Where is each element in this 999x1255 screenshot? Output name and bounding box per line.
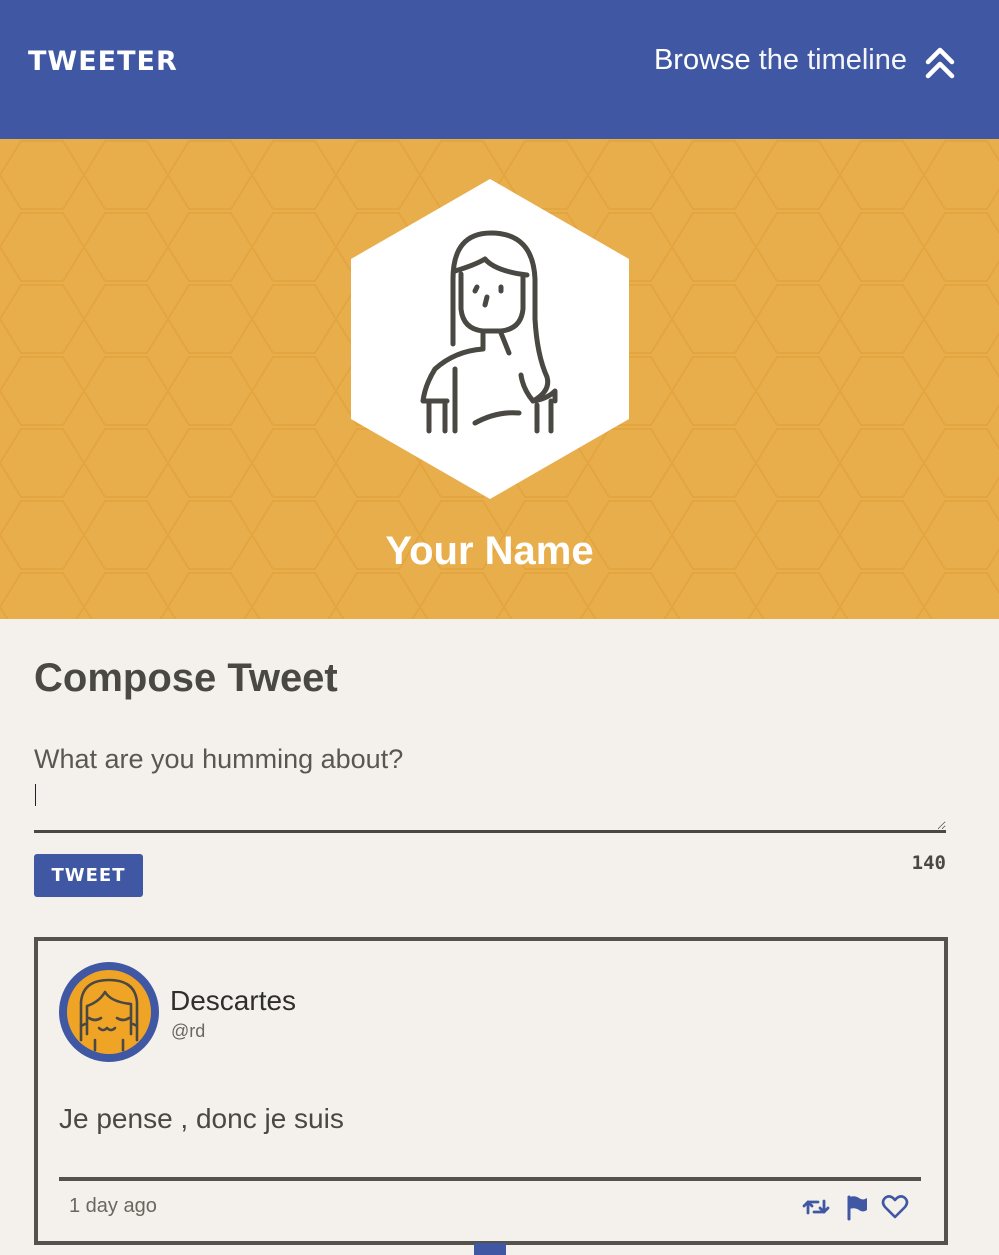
profile-name: Your Name [385,529,594,573]
tweet-timestamp: 1 day ago [69,1195,157,1217]
character-counter: 140 [911,852,946,874]
retweet-icon[interactable] [802,1193,830,1221]
scroll-to-top-tab[interactable] [474,1243,506,1255]
tweet-author-name: Descartes [170,985,297,1016]
profile-header: Your Name [0,139,999,619]
person-avatar-icon [351,179,629,499]
tweet-divider [59,1177,921,1181]
top-nav: TWEETER Browse the timeline [0,0,999,139]
smiling-avatar-icon [59,962,159,1062]
flag-icon[interactable] [842,1193,870,1221]
tweet-body: Je pense , donc je suis [59,1103,344,1134]
tweet-button[interactable]: TWEET [34,854,143,897]
text-caret [35,784,36,806]
tweet-author-handle: @rd [171,1021,206,1041]
browse-timeline-link[interactable]: Browse the timeline [654,44,907,77]
double-chevron-up-icon[interactable] [924,46,956,80]
brand-logo[interactable]: TWEETER [28,46,178,77]
tweet-card: Descartes @rd Je pense , donc je suis 1 … [34,937,948,1245]
browse-strong-text: Browse [653,44,751,76]
compose-title: Compose Tweet [34,656,338,700]
compose-textarea[interactable] [34,744,946,833]
browse-rest-text: the timeline [750,44,907,76]
heart-icon[interactable] [881,1193,909,1221]
